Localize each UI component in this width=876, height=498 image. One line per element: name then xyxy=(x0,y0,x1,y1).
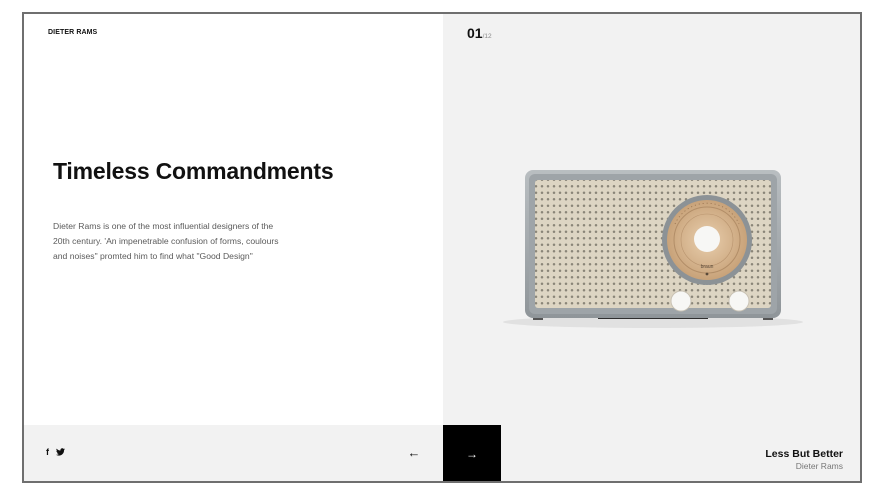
page-title: Timeless Commandments xyxy=(53,158,334,184)
slide-counter-total: /12 xyxy=(482,33,492,40)
brand-logo[interactable]: DIETER RAMS xyxy=(48,29,97,36)
next-arrow-button[interactable]: → xyxy=(443,425,501,481)
intro-description: Dieter Rams is one of the most influenti… xyxy=(53,221,279,261)
twitter-bird-icon xyxy=(56,448,65,456)
bottom-bar: f ← xyxy=(24,425,443,481)
radio-brand-mark: braun xyxy=(701,264,714,270)
left-panel: DIETER RAMS Timeless Commandments Dieter… xyxy=(24,14,443,425)
page-frame: DIETER RAMS Timeless Commandments Dieter… xyxy=(22,12,862,483)
radio-tuning-knob xyxy=(694,226,720,252)
facebook-icon[interactable]: f xyxy=(46,447,49,457)
product-image: braun xyxy=(503,144,803,334)
prev-arrow-button[interactable]: ← xyxy=(399,441,429,465)
slide-caption: Less But Better Dieter Rams xyxy=(765,448,843,472)
twitter-icon[interactable] xyxy=(56,447,65,457)
social-links: f xyxy=(46,447,65,457)
right-panel: 01/12 braun xyxy=(443,14,860,481)
slide-counter: 01/12 xyxy=(467,25,492,43)
caption-subtitle: Dieter Rams xyxy=(795,461,843,471)
caption-title: Less But Better xyxy=(765,448,843,460)
slide-counter-current: 01 xyxy=(467,25,483,41)
radio-illustration: braun xyxy=(503,170,803,328)
radio-knob-right xyxy=(728,290,750,312)
radio-knob-left xyxy=(670,290,692,312)
